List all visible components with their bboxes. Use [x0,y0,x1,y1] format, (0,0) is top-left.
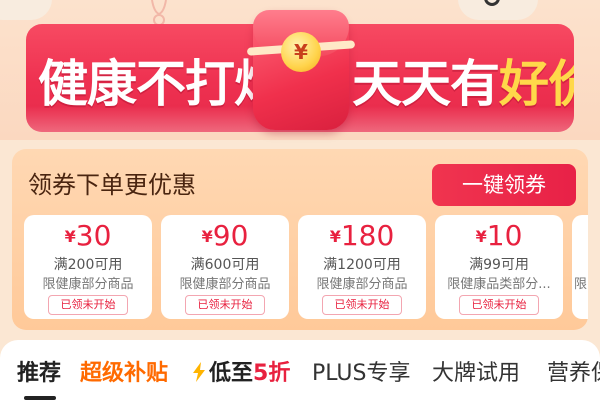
coupon-value: 180 [340,219,395,252]
lightning-bolt-icon [193,362,205,382]
currency-symbol: ¥ [64,227,76,246]
coupon-value: 30 [75,219,112,252]
coupon-card[interactable]: ¥10 满99可用 限健康品类部分... 已领未开始 [435,215,563,319]
coupon-panel: 领券下单更优惠 一键领券 ¥30 满200可用 限健康部分商品 已领未开始 ¥9… [12,149,588,330]
currency-symbol: ¥ [329,227,341,246]
coupon-scope: 限健康品类部分... [447,277,551,291]
coupon-condition: 满1200可用 [323,257,401,273]
tab-plus-exclusive[interactable]: PLUS专享 [312,360,411,388]
coupon-amount: ¥90 [161,219,289,253]
active-tab-indicator [24,396,56,400]
coupon-status-badge: 已领未开始 [48,295,128,315]
tab-low-label: 低至 [209,361,254,386]
coupon-amount: ¥180 [298,219,426,253]
tab-super-subsidy[interactable]: 超级补贴 [80,360,168,388]
coupon-scope: 限健康部分商品 [179,277,271,291]
coin-icon: ¥ [281,32,321,72]
coupon-value: 10 [486,219,523,252]
tab-low-accent: 5折 [253,361,291,386]
coupon-panel-title: 领券下单更优惠 [28,171,196,199]
coupon-status-badge: 已领未开始 [185,295,265,315]
slogan-right-main: 天天有 [352,55,500,113]
coupon-condition: 满200可用 [53,257,123,273]
currency-symbol: ¥ [201,227,213,246]
slogan-right: 天天有好价 [352,54,574,114]
coupon-amount: ¥10 [435,219,563,253]
coupon-amount: ¥30 [24,219,152,253]
coupon-value: 90 [212,219,249,252]
coupon-scope: 限 [574,277,588,291]
coupon-status-badge: 已领未开始 [322,295,402,315]
search-icon [484,0,500,6]
category-tab-bar: 推荐 超级补贴 低至5折 PLUS专享 大牌试用 营养保健 [0,340,600,413]
coupon-card[interactable]: ¥180 满1200可用 限健康部分商品 已领未开始 [298,215,426,319]
red-envelope-icon: ¥ [246,10,356,130]
coupon-condition: 满99可用 [469,257,529,273]
coupon-scope: 限健康部分商品 [316,277,408,291]
search-button[interactable] [458,0,538,20]
coupon-card[interactable]: ¥30 满200可用 限健康部分商品 已领未开始 [24,215,152,319]
slogan-right-accent: 好价 [499,55,574,113]
coupon-card[interactable]: ¥90 满600可用 限健康部分商品 已领未开始 [161,215,289,319]
tab-low-discount[interactable]: 低至5折 [192,360,290,388]
coupon-scope: 限健康部分商品 [42,277,134,291]
claim-all-coupons-button[interactable]: 一键领券 [432,164,576,206]
tab-nutrition[interactable]: 营养保健 [547,360,600,388]
tab-recommend[interactable]: 推荐 [17,360,61,388]
coupon-status-badge: 已领未开始 [459,295,539,315]
currency-symbol: ¥ [475,227,487,246]
coupon-condition: 满600可用 [190,257,260,273]
slogan-left: 健康不打烊 [38,55,284,113]
coupon-card-partial[interactable]: 限 [572,215,588,319]
tab-brand-trial[interactable]: 大牌试用 [432,360,520,388]
page: 健康不打烊 天天有好价 ¥ 领券下单更优惠 一键领券 ¥30 满200可用 限健… [0,0,600,413]
